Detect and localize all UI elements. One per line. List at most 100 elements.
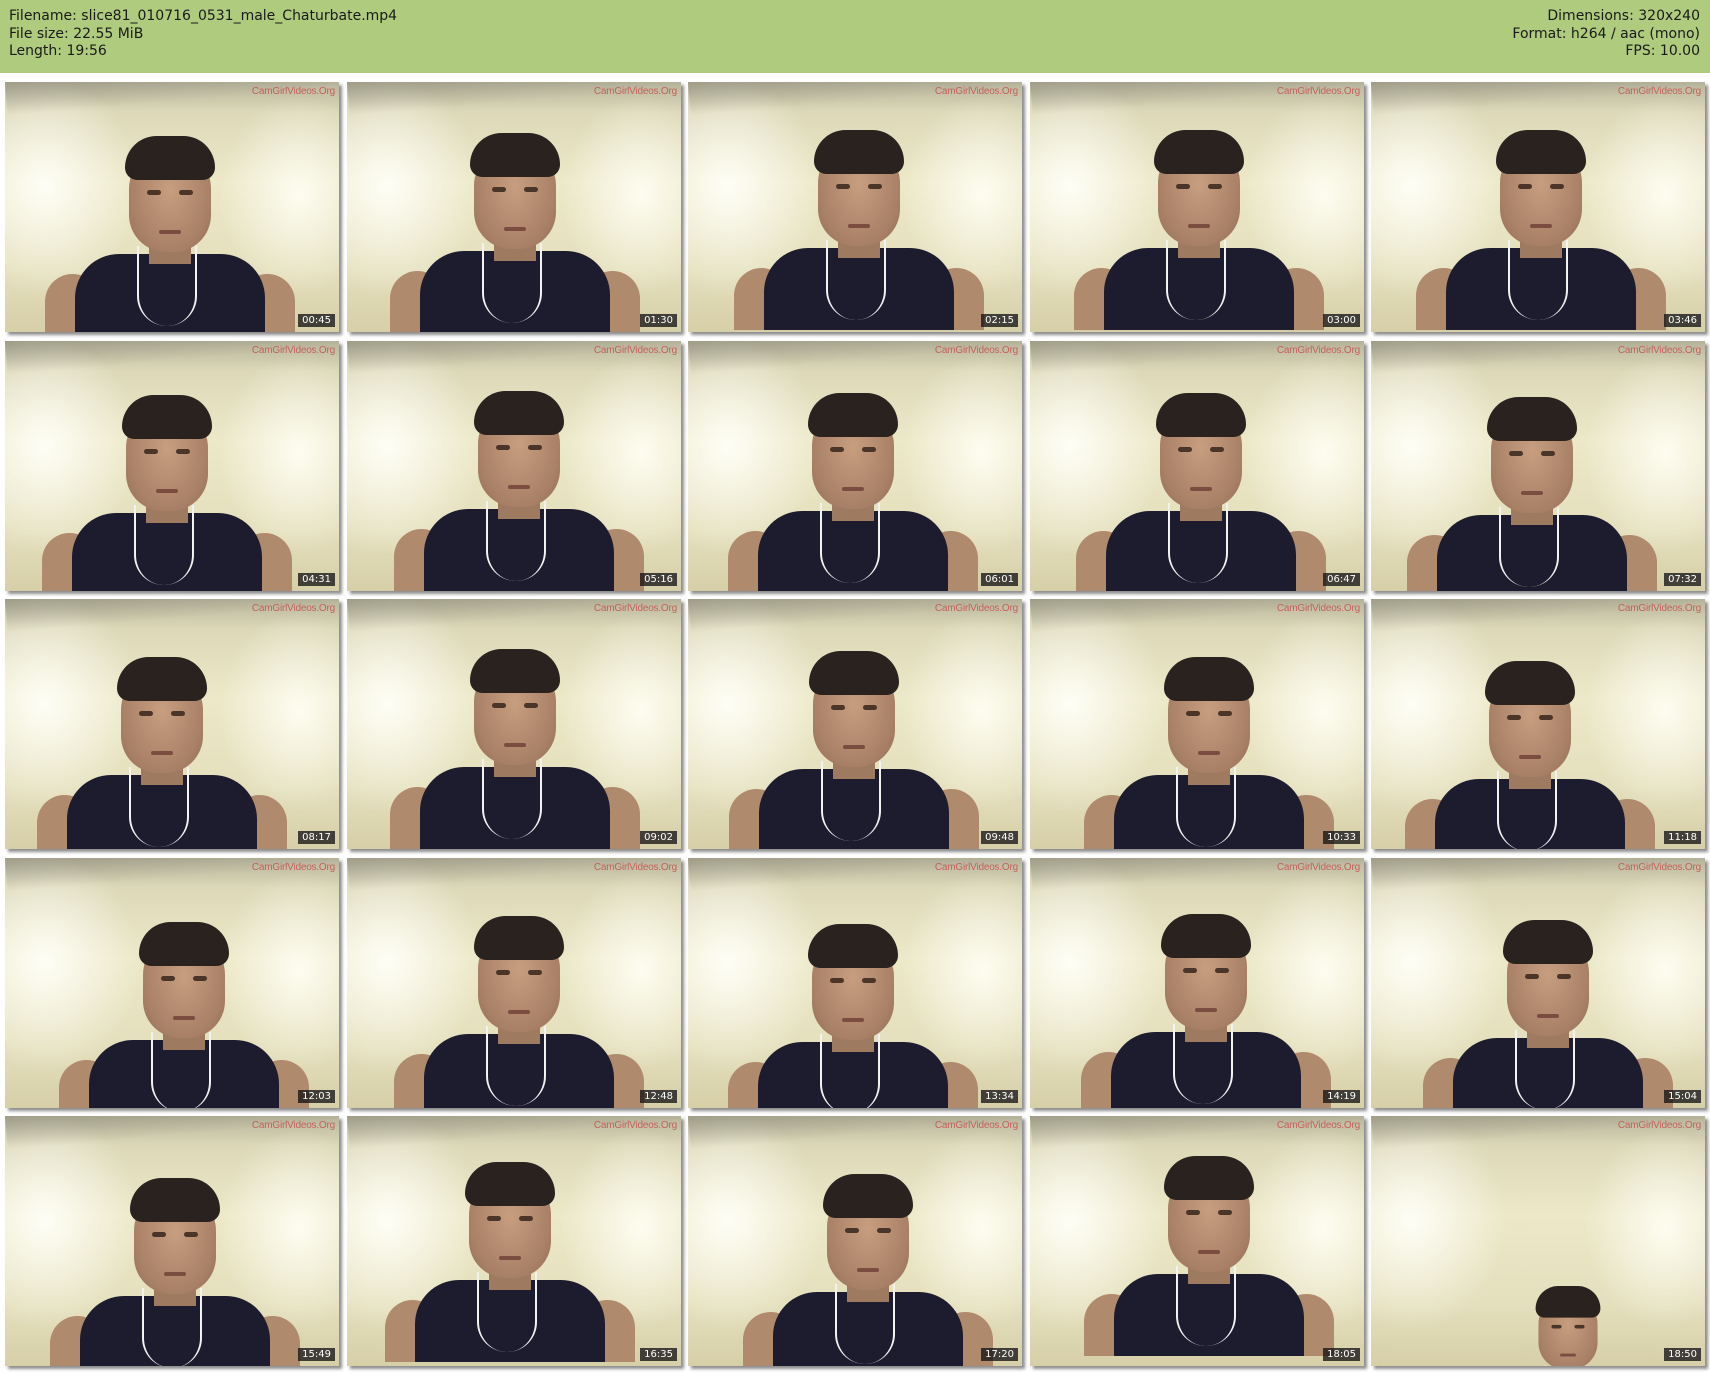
video-thumbnail[interactable]: CamGirlVideos.Org 09:48 <box>688 599 1022 849</box>
video-thumbnail[interactable]: CamGirlVideos.Org 09:02 <box>347 599 681 849</box>
video-thumbnail[interactable]: CamGirlVideos.Org 08:17 <box>5 599 339 849</box>
person-figure <box>390 639 640 849</box>
watermark-text: CamGirlVideos.Org <box>251 603 335 614</box>
person-figure <box>59 912 309 1108</box>
filename-label: Filename: slice81_010716_0531_male_Chatu… <box>9 8 398 24</box>
person-figure <box>729 641 979 849</box>
video-thumbnail[interactable]: CamGirlVideos.Org 14:19 <box>1030 858 1364 1108</box>
person-figure <box>42 385 292 591</box>
watermark-text: CamGirlVideos.Org <box>934 1120 1018 1131</box>
watermark-text: CamGirlVideos.Org <box>593 1120 677 1131</box>
person-figure <box>50 1168 300 1366</box>
timestamp-label: 18:05 <box>1323 1348 1360 1361</box>
video-thumbnail[interactable]: CamGirlVideos.Org 00:45 <box>5 82 339 332</box>
person-figure <box>1074 120 1324 330</box>
watermark-text: CamGirlVideos.Org <box>593 862 677 873</box>
video-thumbnail[interactable]: CamGirlVideos.Org 07:32 <box>1371 341 1705 591</box>
timestamp-label: 10:33 <box>1323 831 1360 844</box>
watermark-text: CamGirlVideos.Org <box>251 86 335 97</box>
timestamp-label: 18:50 <box>1664 1348 1701 1361</box>
timestamp-label: 15:04 <box>1664 1090 1701 1103</box>
person-figure <box>394 381 644 591</box>
person-figure <box>1076 383 1326 591</box>
watermark-text: CamGirlVideos.Org <box>1276 345 1360 356</box>
video-thumbnail[interactable]: CamGirlVideos.Org 01:30 <box>347 82 681 332</box>
watermark-text: CamGirlVideos.Org <box>1276 603 1360 614</box>
timestamp-label: 12:48 <box>640 1090 677 1103</box>
thumbnail-grid: CamGirlVideos.Org 00:45 CamGirlVideos.Org 0… <box>5 82 1705 1369</box>
video-thumbnail[interactable]: CamGirlVideos.Org 10:33 <box>1030 599 1364 849</box>
watermark-text: CamGirlVideos.Org <box>1276 86 1360 97</box>
watermark-text: CamGirlVideos.Org <box>934 345 1018 356</box>
timestamp-label: 12:03 <box>298 1090 335 1103</box>
timestamp-label: 15:49 <box>298 1348 335 1361</box>
fps-label: FPS: 10.00 <box>1625 43 1700 59</box>
person-figure <box>385 1152 635 1362</box>
person-figure <box>390 123 640 332</box>
timestamp-label: 02:15 <box>981 314 1018 327</box>
timestamp-label: 06:01 <box>981 573 1018 586</box>
timestamp-label: 09:48 <box>981 831 1018 844</box>
person-figure <box>1407 387 1657 591</box>
video-thumbnail[interactable]: CamGirlVideos.Org 18:05 <box>1030 1116 1364 1366</box>
watermark-text: CamGirlVideos.Org <box>1276 862 1360 873</box>
timestamp-label: 16:35 <box>640 1348 677 1361</box>
person-figure <box>37 647 287 849</box>
person-figure <box>734 120 984 330</box>
info-header: Filename: slice81_010716_0531_male_Chatu… <box>0 0 1710 73</box>
video-thumbnail[interactable]: CamGirlVideos.Org 03:00 <box>1030 82 1364 332</box>
dimensions-label: Dimensions: 320x240 <box>1547 8 1700 24</box>
timestamp-label: 06:47 <box>1323 573 1360 586</box>
video-thumbnail[interactable]: CamGirlVideos.Org 11:18 <box>1371 599 1705 849</box>
person-figure <box>1500 1279 1637 1366</box>
watermark-text: CamGirlVideos.Org <box>593 86 677 97</box>
video-thumbnail[interactable]: CamGirlVideos.Org 06:47 <box>1030 341 1364 591</box>
video-thumbnail[interactable]: CamGirlVideos.Org 15:49 <box>5 1116 339 1366</box>
person-figure <box>1416 120 1666 330</box>
timestamp-label: 01:30 <box>640 314 677 327</box>
video-thumbnail[interactable]: CamGirlVideos.Org 16:35 <box>347 1116 681 1366</box>
person-figure <box>394 906 644 1108</box>
person-figure <box>1084 647 1334 849</box>
watermark-text: CamGirlVideos.Org <box>593 603 677 614</box>
person-figure <box>1084 1146 1334 1356</box>
person-figure <box>728 914 978 1108</box>
video-thumbnail[interactable]: CamGirlVideos.Org 12:03 <box>5 858 339 1108</box>
timestamp-label: 14:19 <box>1323 1090 1360 1103</box>
watermark-text: CamGirlVideos.Org <box>251 345 335 356</box>
video-thumbnail[interactable]: CamGirlVideos.Org 18:50 <box>1371 1116 1705 1366</box>
video-thumbnail[interactable]: CamGirlVideos.Org 15:04 <box>1371 858 1705 1108</box>
watermark-text: CamGirlVideos.Org <box>934 603 1018 614</box>
person-figure <box>1405 651 1655 849</box>
timestamp-label: 05:16 <box>640 573 677 586</box>
timestamp-label: 03:00 <box>1323 314 1360 327</box>
watermark-text: CamGirlVideos.Org <box>1276 1120 1360 1131</box>
length-label: Length: 19:56 <box>9 43 107 59</box>
timestamp-label: 17:20 <box>981 1348 1018 1361</box>
timestamp-label: 07:32 <box>1664 573 1701 586</box>
person-figure <box>743 1164 993 1366</box>
video-thumbnail[interactable]: CamGirlVideos.Org 06:01 <box>688 341 1022 591</box>
watermark-text: CamGirlVideos.Org <box>1617 86 1701 97</box>
video-thumbnail[interactable]: CamGirlVideos.Org 04:31 <box>5 341 339 591</box>
info-left: Filename: slice81_010716_0531_male_Chatu… <box>9 8 397 61</box>
video-thumbnail[interactable]: CamGirlVideos.Org 02:15 <box>688 82 1022 332</box>
format-label: Format: h264 / aac (mono) <box>1512 25 1700 42</box>
watermark-text: CamGirlVideos.Org <box>1617 862 1701 873</box>
watermark-text: CamGirlVideos.Org <box>251 1120 335 1131</box>
person-figure <box>728 383 978 591</box>
watermark-text: CamGirlVideos.Org <box>593 345 677 356</box>
video-thumbnail[interactable]: CamGirlVideos.Org 05:16 <box>347 341 681 591</box>
watermark-text: CamGirlVideos.Org <box>934 862 1018 873</box>
timestamp-label: 00:45 <box>298 314 335 327</box>
person-figure <box>45 126 295 332</box>
timestamp-label: 04:31 <box>298 573 335 586</box>
video-thumbnail[interactable]: CamGirlVideos.Org 13:34 <box>688 858 1022 1108</box>
person-figure <box>1423 910 1673 1108</box>
timestamp-label: 11:18 <box>1664 831 1701 844</box>
watermark-text: CamGirlVideos.Org <box>1617 345 1701 356</box>
video-thumbnail[interactable]: CamGirlVideos.Org 17:20 <box>688 1116 1022 1366</box>
video-thumbnail[interactable]: CamGirlVideos.Org 12:48 <box>347 858 681 1108</box>
video-thumbnail[interactable]: CamGirlVideos.Org 03:46 <box>1371 82 1705 332</box>
watermark-text: CamGirlVideos.Org <box>1617 603 1701 614</box>
